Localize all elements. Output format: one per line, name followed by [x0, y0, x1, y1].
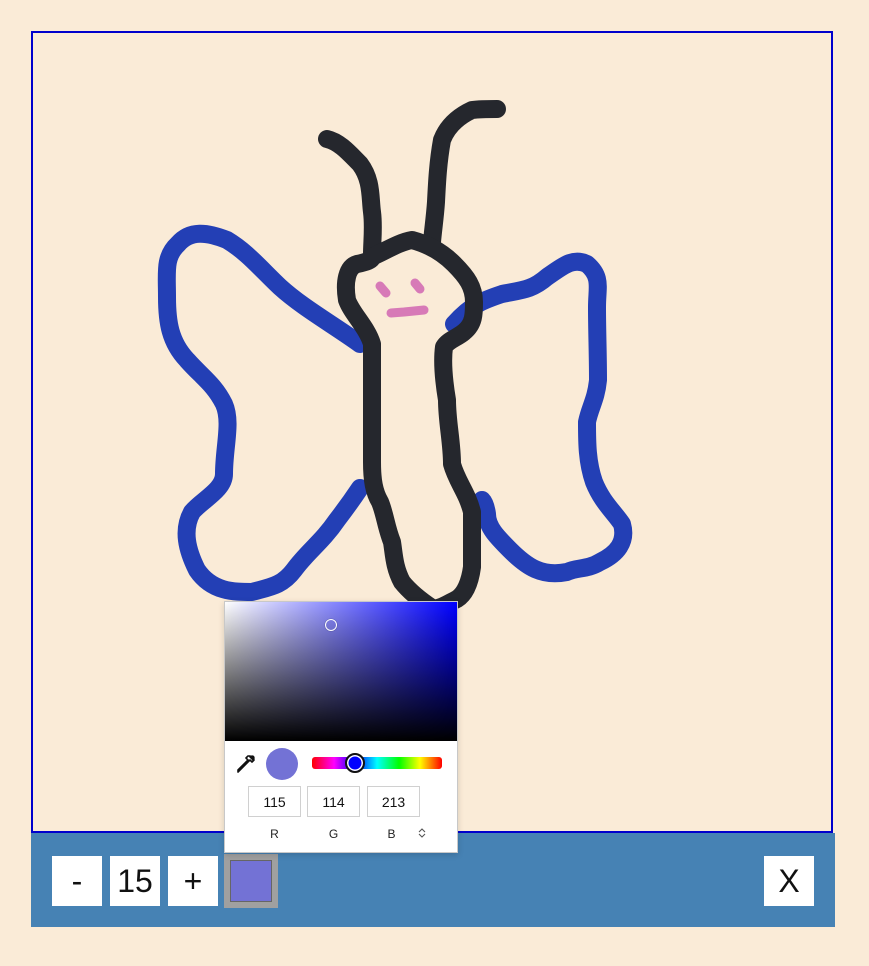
current-color-swatch — [230, 860, 272, 902]
hue-slider[interactable] — [312, 757, 442, 769]
right-eye-stroke — [410, 278, 425, 294]
color-swatch-button[interactable] — [224, 854, 278, 908]
blue-value-input[interactable] — [367, 786, 420, 817]
red-label: R — [270, 827, 279, 841]
green-label: G — [328, 827, 339, 841]
color-preview-dot — [266, 748, 298, 780]
right-antenna-stroke — [423, 100, 506, 251]
sv-black-layer — [225, 602, 457, 741]
saturation-value-area[interactable] — [225, 602, 457, 741]
brush-size-display: 15 — [110, 856, 160, 906]
decrease-size-button[interactable]: - — [52, 856, 102, 906]
blue-label: B — [387, 827, 396, 841]
hue-slider-thumb[interactable] — [345, 753, 365, 773]
mouth-stroke — [386, 305, 429, 318]
red-value-input[interactable] — [248, 786, 301, 817]
close-button[interactable]: X — [764, 856, 814, 906]
green-value-input[interactable] — [307, 786, 360, 817]
chevron-up-down-icon[interactable] — [418, 828, 428, 840]
left-wing-stroke — [157, 224, 369, 601]
color-picker-popup: R G B — [224, 601, 458, 853]
eyedropper-icon[interactable] — [235, 753, 257, 775]
sv-cursor[interactable] — [325, 619, 337, 631]
left-antenna-stroke — [318, 130, 382, 263]
body-stroke — [336, 231, 483, 618]
increase-size-button[interactable]: + — [168, 856, 218, 906]
left-eye-stroke — [375, 281, 391, 298]
